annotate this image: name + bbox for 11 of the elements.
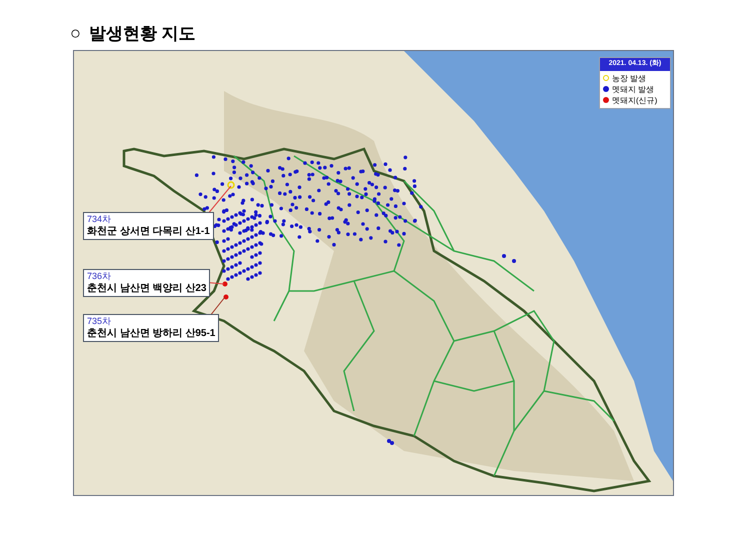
outbreak-number: 736차 [87,271,112,282]
title-bullet: ○ [70,24,81,42]
outbreak-address: 춘천시 남산면 방하리 산95-1 [87,327,216,340]
legend-label: 멧돼지 발생 [612,84,654,94]
outbreak-address: 화천군 상서면 다목리 산1-1 [87,225,210,238]
outbreak-number: 735차 [87,316,112,327]
page-title: 발생현황 지도 [88,24,196,42]
outbreak-number: 734차 [87,214,112,225]
legend-label: 멧돼지(신규) [612,94,658,106]
legend-label: 농장 발생 [612,72,646,84]
outbreak-address: 춘천시 남산면 백양리 산23 [87,282,206,295]
